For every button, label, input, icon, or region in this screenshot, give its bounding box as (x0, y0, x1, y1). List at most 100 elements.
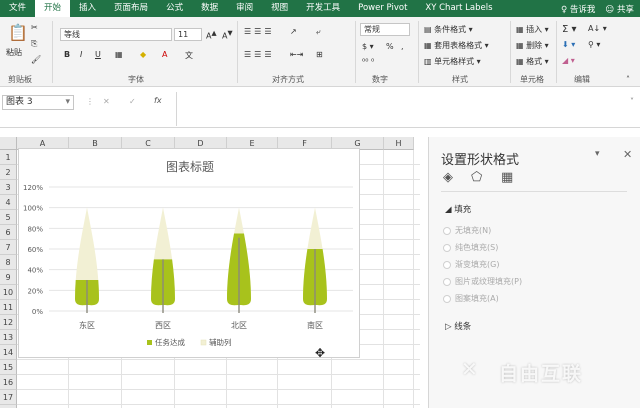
cell-style-button[interactable]: ▥ 单元格样式 ▾ (424, 56, 481, 67)
row-header[interactable]: 9 (0, 270, 17, 285)
sort-filter-icon[interactable]: A↓ ▾ (588, 24, 607, 33)
cut-icon[interactable]: ✂ (31, 23, 38, 32)
row-header[interactable]: 6 (0, 225, 17, 240)
row-header[interactable]: 11 (0, 300, 17, 315)
formula-input[interactable] (176, 92, 631, 126)
fill-option-solid[interactable]: 纯色填充(S) (443, 242, 498, 253)
fill-line-icon[interactable]: ◈ (443, 170, 453, 185)
conditional-format-button[interactable]: ▤ 条件格式 ▾ (424, 24, 473, 35)
tab-home[interactable]: 开始 (35, 0, 71, 17)
tree-mark[interactable] (303, 207, 327, 313)
tab-file[interactable]: 文件 (0, 0, 35, 17)
row-header[interactable]: 15 (0, 360, 17, 375)
table-format-button[interactable]: ▦ 套用表格格式 ▾ (424, 40, 489, 51)
underline-button[interactable]: U (95, 50, 101, 59)
border-icon[interactable]: ▦ (115, 50, 123, 59)
fill-option-pattern[interactable]: 图案填充(A) (443, 293, 499, 304)
tab-view[interactable]: 视图 (262, 0, 297, 17)
row-header[interactable]: 13 (0, 330, 17, 345)
tree-mark[interactable] (151, 207, 175, 313)
tree-mark[interactable] (227, 207, 251, 313)
effects-icon[interactable]: ⬠ (471, 170, 482, 185)
tab-xy-chart-labels[interactable]: XY Chart Labels (416, 0, 501, 17)
merge-cells-icon[interactable]: ⊞ (316, 50, 323, 59)
tab-review[interactable]: 审阅 (227, 0, 262, 17)
radio-button[interactable] (443, 243, 451, 252)
horizontal-align-icons[interactable]: ☰☰☰ (244, 50, 275, 59)
wrap-text-icon[interactable]: ⤶ (316, 27, 320, 37)
fill-down-icon[interactable]: ⬇ ▾ (562, 40, 575, 49)
row-header[interactable]: 14 (0, 345, 17, 360)
row-header[interactable]: 2 (0, 165, 17, 180)
grow-font-icon[interactable]: A▲ (206, 29, 217, 41)
chart-title[interactable]: 图表标题 (166, 160, 214, 174)
row-header[interactable]: 5 (0, 210, 17, 225)
find-select-icon[interactable]: ⚲ ▾ (588, 40, 600, 49)
indent-icon[interactable]: ⇤⇥ (290, 50, 303, 59)
enter-icon[interactable]: ✓ (129, 97, 136, 106)
paste-button[interactable]: 粘贴 (6, 47, 22, 58)
insert-cells-button[interactable]: ▦ 插入 ▾ (516, 24, 549, 35)
pane-close-icon[interactable]: ✕ (623, 148, 632, 161)
expand-formula-bar-icon[interactable]: ˅ (630, 97, 634, 106)
name-box-dropdown-icon[interactable]: ▾ (65, 96, 70, 109)
font-name-combo[interactable]: 等线 (60, 28, 172, 41)
row-header[interactable]: 17 (0, 390, 17, 405)
row-header[interactable]: 4 (0, 195, 17, 210)
vertical-align-icons[interactable]: ☰☰☰ (244, 27, 275, 36)
orientation-icon[interactable]: ↗ (290, 27, 297, 36)
clear-icon[interactable]: ◢ ▾ (562, 56, 575, 65)
copy-icon[interactable]: ⎘ (31, 39, 37, 49)
shrink-font-icon[interactable]: A▼ (222, 29, 233, 41)
cancel-icon[interactable]: ✕ (103, 97, 110, 106)
decimal-icons[interactable]: ⁰⁰ ⁰ (362, 57, 374, 66)
radio-button[interactable] (443, 226, 451, 235)
paste-icon[interactable]: 📋 (8, 23, 28, 42)
font-size-combo[interactable]: 11 (174, 28, 202, 41)
radio-button[interactable] (443, 260, 451, 269)
collapse-ribbon-icon[interactable]: ˄ (626, 75, 630, 84)
chart-area[interactable]: 图表标题 0% 20% 40% 60% 80% 100% 120% 东区 西区 北区 南区 任务达成 辅… (18, 148, 360, 358)
bold-button[interactable]: B (64, 50, 70, 59)
pane-options-dropdown-icon[interactable]: ▾ (595, 149, 600, 159)
tab-page-layout[interactable]: 页面布局 (105, 0, 157, 17)
currency-icon[interactable]: $ ▾ (362, 42, 374, 51)
tree-mark[interactable] (75, 207, 99, 313)
tab-data[interactable]: 数据 (192, 0, 227, 17)
number-format-combo[interactable]: 常规 (360, 23, 410, 36)
format-painter-icon[interactable]: 🖌 (31, 55, 41, 64)
line-section-header[interactable]: ▷ 线条 (445, 320, 471, 332)
fill-option-gradient[interactable]: 渐变填充(G) (443, 259, 499, 270)
fill-color-icon[interactable]: ◆ (140, 50, 146, 59)
name-box[interactable]: 图表 3 ▾ (2, 95, 74, 110)
percent-icon[interactable]: % (386, 42, 394, 51)
format-cells-button[interactable]: ▦ 格式 ▾ (516, 56, 549, 67)
row-header[interactable]: 12 (0, 315, 17, 330)
tab-developer[interactable]: 开发工具 (297, 0, 349, 17)
fill-option-picture[interactable]: 图片或纹理填充(P) (443, 276, 522, 287)
tab-formulas[interactable]: 公式 (157, 0, 192, 17)
radio-button[interactable] (443, 277, 451, 286)
select-all-corner[interactable] (0, 137, 17, 150)
row-header[interactable]: 1 (0, 150, 17, 165)
column-header[interactable]: H (384, 137, 414, 150)
row-header[interactable]: 8 (0, 255, 17, 270)
size-properties-icon[interactable]: ▦ (501, 170, 513, 185)
delete-cells-button[interactable]: ▦ 删除 ▾ (516, 40, 549, 51)
row-header[interactable]: 3 (0, 180, 17, 195)
tab-insert[interactable]: 插入 (70, 0, 105, 17)
comma-icon[interactable]: , (401, 42, 404, 51)
row-header[interactable]: 10 (0, 285, 17, 300)
radio-button[interactable] (443, 294, 451, 303)
insert-function-button[interactable]: fx (154, 96, 162, 105)
font-color-icon[interactable]: A (162, 50, 167, 59)
fill-section-header[interactable]: ◢ 填充 (445, 203, 471, 215)
fill-option-none[interactable]: 无填充(N) (443, 225, 491, 236)
tab-power-pivot[interactable]: Power Pivot (349, 0, 416, 17)
italic-button[interactable]: I (80, 50, 82, 59)
row-header[interactable]: 16 (0, 375, 17, 390)
autosum-icon[interactable]: Σ ▾ (562, 24, 577, 35)
tell-me-button[interactable]: ♀ 告诉我 (561, 3, 595, 15)
phonetic-icon[interactable]: 文 (185, 50, 193, 61)
row-header[interactable]: 7 (0, 240, 17, 255)
